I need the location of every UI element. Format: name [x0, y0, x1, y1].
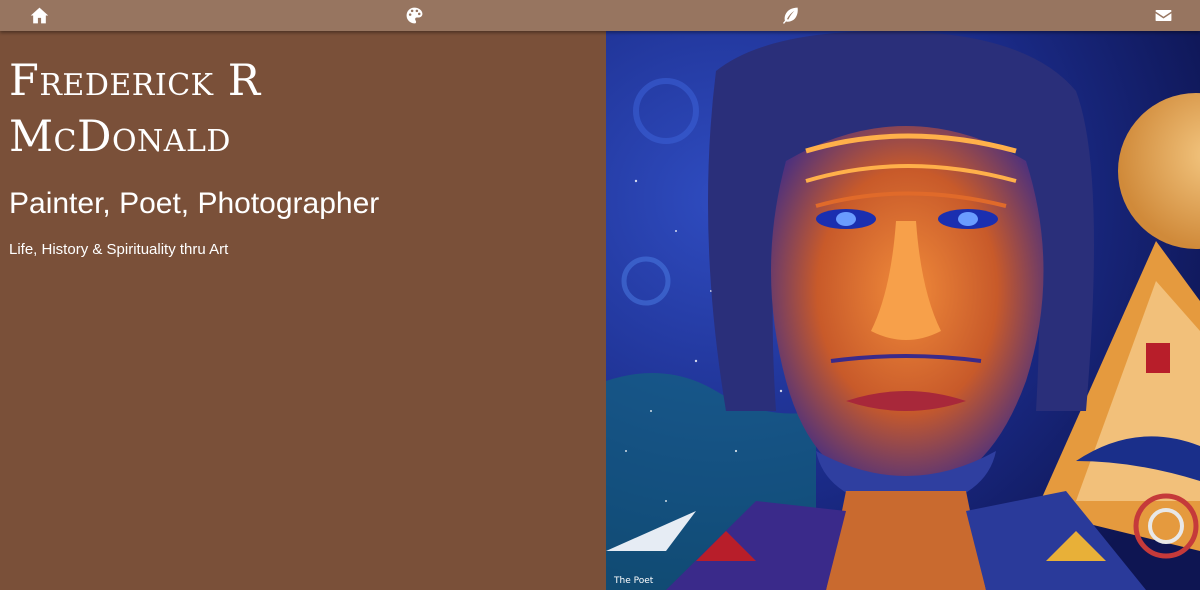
- subtitle: Life, History & Spirituality thru Art: [9, 241, 229, 258]
- contact-nav-button[interactable]: [1143, 0, 1183, 31]
- portrait-painting-image: The Poet: [606, 31, 1200, 590]
- artist-name: Frederick R McDonald: [9, 56, 261, 162]
- painting-signature: The Poet: [613, 576, 654, 586]
- home-icon: [30, 7, 48, 24]
- intro-panel: Frederick R McDonald Painter, Poet, Phot…: [0, 31, 606, 590]
- envelope-icon: [1155, 9, 1171, 22]
- palette-icon: [406, 7, 422, 24]
- feather-icon: [782, 7, 798, 24]
- top-nav-bar: [0, 0, 1200, 31]
- paintings-nav-button[interactable]: [394, 0, 434, 31]
- tagline: Painter, Poet, Photographer: [9, 187, 380, 220]
- home-nav-button[interactable]: [19, 0, 59, 31]
- hero-painting: The Poet: [606, 31, 1200, 590]
- poetry-nav-button[interactable]: [770, 0, 810, 31]
